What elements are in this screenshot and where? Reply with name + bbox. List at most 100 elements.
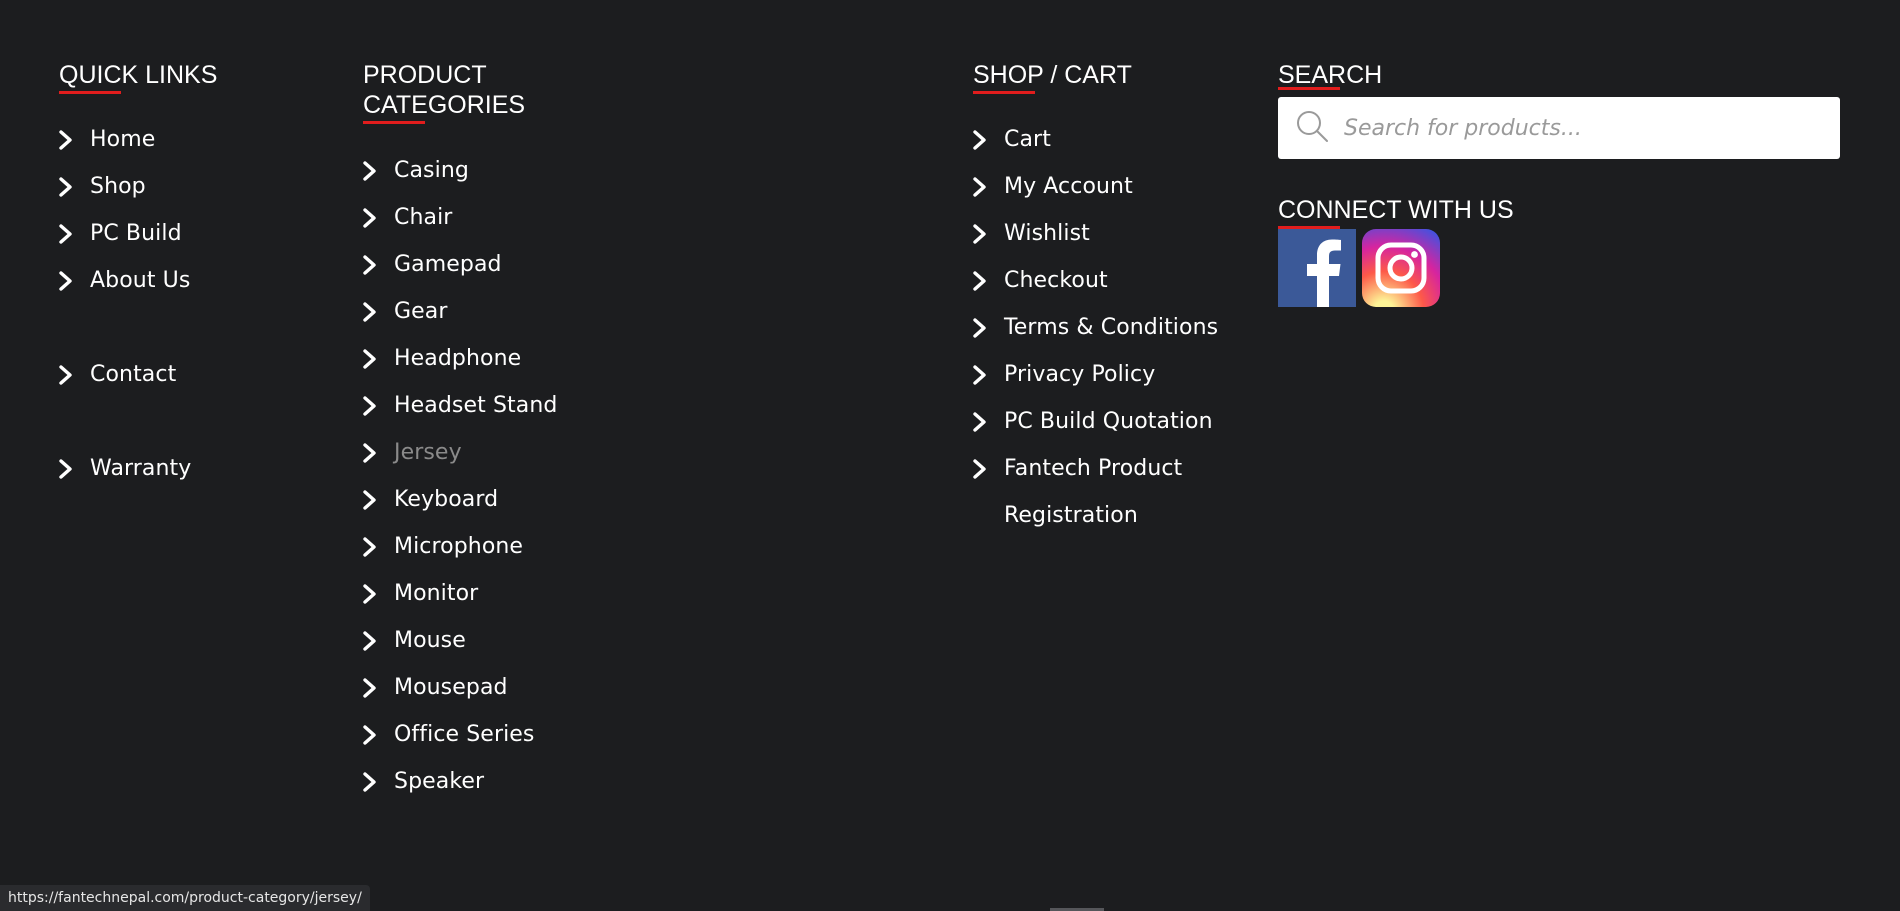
chevron-right-icon: [363, 523, 381, 570]
search-input[interactable]: [1342, 114, 1826, 142]
footer-search-connect: SEARCH CONNECT WITH US: [1278, 60, 1840, 307]
chevron-right-icon: [973, 116, 991, 163]
quick-link-home[interactable]: Home: [59, 116, 319, 163]
quick-link-warranty[interactable]: Warranty: [59, 445, 319, 492]
category-gamepad[interactable]: Gamepad: [363, 241, 663, 288]
chevron-right-icon: [973, 163, 991, 210]
category-jersey[interactable]: Jersey: [363, 429, 663, 476]
category-label[interactable]: Monitor: [394, 581, 478, 606]
shop-link-label[interactable]: Checkout: [1004, 268, 1108, 293]
shop-link-label[interactable]: Privacy Policy: [1004, 362, 1155, 387]
chevron-right-icon: [973, 210, 991, 257]
search-box[interactable]: [1278, 97, 1840, 159]
category-keyboard[interactable]: Keyboard: [363, 476, 663, 523]
chevron-right-icon: [59, 445, 77, 492]
connect-heading: CONNECT WITH US: [1278, 195, 1840, 229]
shop-link-label[interactable]: Cart: [1004, 127, 1051, 152]
chevron-right-icon: [363, 429, 381, 476]
shop-link-label[interactable]: Terms & Conditions: [1004, 315, 1218, 340]
footer-product-categories: PRODUCT CATEGORIES Casing Chair Gamepad …: [363, 60, 663, 805]
chevron-right-icon: [363, 617, 381, 664]
quick-link-pc-build[interactable]: PC Build: [59, 210, 319, 257]
quick-link-shop[interactable]: Shop: [59, 163, 319, 210]
category-label[interactable]: Gamepad: [394, 252, 502, 277]
quick-link-label[interactable]: Warranty: [90, 456, 191, 481]
category-headphone[interactable]: Headphone: [363, 335, 663, 382]
browser-status-url: https://fantechnepal.com/product-categor…: [0, 885, 370, 911]
chevron-right-icon: [363, 758, 381, 805]
chevron-right-icon: [363, 711, 381, 758]
shop-cart-list: Cart My Account Wishlist Checkout Terms …: [973, 116, 1243, 539]
category-speaker[interactable]: Speaker: [363, 758, 663, 805]
quick-link-label[interactable]: Home: [90, 127, 155, 152]
category-chair[interactable]: Chair: [363, 194, 663, 241]
footer-quick-links: QUICK LINKS Home Shop PC Build About Us …: [59, 60, 319, 492]
category-mouse[interactable]: Mouse: [363, 617, 663, 664]
product-categories-heading: PRODUCT CATEGORIES: [363, 60, 663, 124]
category-label[interactable]: Jersey: [394, 440, 462, 465]
chevron-right-icon: [363, 147, 381, 194]
shop-link-label[interactable]: Fantech Product Registration: [1004, 456, 1182, 528]
shop-link-pc-build-quotation[interactable]: PC Build Quotation: [973, 398, 1243, 445]
quick-links-list: Home Shop PC Build About Us Contact Warr…: [59, 116, 319, 492]
chevron-right-icon: [973, 351, 991, 398]
product-categories-list: Casing Chair Gamepad Gear Headphone Head…: [363, 147, 663, 805]
category-label[interactable]: Office Series: [394, 722, 535, 747]
heading-line-2: CATEGORIES: [363, 91, 526, 119]
chevron-right-icon: [363, 241, 381, 288]
category-label[interactable]: Gear: [394, 299, 448, 324]
category-gear[interactable]: Gear: [363, 288, 663, 335]
heading-line-1: PRODUCT: [363, 61, 487, 89]
shop-link-label[interactable]: My Account: [1004, 174, 1133, 199]
chevron-right-icon: [973, 445, 991, 492]
category-casing[interactable]: Casing: [363, 147, 663, 194]
quick-link-label[interactable]: About Us: [90, 268, 190, 293]
quick-link-label[interactable]: Shop: [90, 174, 146, 199]
chevron-right-icon: [363, 335, 381, 382]
shop-link-label[interactable]: Wishlist: [1004, 221, 1090, 246]
shop-link-product-registration[interactable]: Fantech Product Registration: [973, 445, 1243, 539]
chevron-right-icon: [59, 351, 77, 398]
category-mousepad[interactable]: Mousepad: [363, 664, 663, 711]
category-label[interactable]: Keyboard: [394, 487, 498, 512]
shop-link-my-account[interactable]: My Account: [973, 163, 1243, 210]
instagram-icon[interactable]: [1362, 229, 1440, 307]
chevron-right-icon: [59, 163, 77, 210]
shop-link-wishlist[interactable]: Wishlist: [973, 210, 1243, 257]
chevron-right-icon: [363, 288, 381, 335]
chevron-right-icon: [973, 257, 991, 304]
category-label[interactable]: Microphone: [394, 534, 523, 559]
quick-links-heading: QUICK LINKS: [59, 60, 319, 94]
chevron-right-icon: [973, 398, 991, 445]
facebook-icon[interactable]: [1278, 229, 1356, 307]
category-label[interactable]: Mouse: [394, 628, 466, 653]
shop-link-label[interactable]: PC Build Quotation: [1004, 409, 1213, 434]
chevron-right-icon: [363, 570, 381, 617]
chevron-right-icon: [363, 194, 381, 241]
shop-link-checkout[interactable]: Checkout: [973, 257, 1243, 304]
category-label[interactable]: Chair: [394, 205, 452, 230]
category-label[interactable]: Headset Stand: [394, 393, 557, 418]
category-microphone[interactable]: Microphone: [363, 523, 663, 570]
category-monitor[interactable]: Monitor: [363, 570, 663, 617]
quick-link-contact[interactable]: Contact: [59, 351, 319, 398]
category-label[interactable]: Casing: [394, 158, 469, 183]
search-heading: SEARCH: [1278, 60, 1840, 90]
quick-link-label[interactable]: Contact: [90, 362, 176, 387]
category-label[interactable]: Speaker: [394, 769, 484, 794]
category-office-series[interactable]: Office Series: [363, 711, 663, 758]
quick-link-label[interactable]: PC Build: [90, 221, 182, 246]
category-label[interactable]: Headphone: [394, 346, 521, 371]
chevron-right-icon: [59, 210, 77, 257]
category-label[interactable]: Mousepad: [394, 675, 508, 700]
social-links: [1278, 229, 1840, 307]
chevron-right-icon: [59, 116, 77, 163]
category-headset-stand[interactable]: Headset Stand: [363, 382, 663, 429]
footer-shop-cart: SHOP / CART Cart My Account Wishlist Che…: [973, 60, 1243, 539]
chevron-right-icon: [363, 664, 381, 711]
shop-link-privacy-policy[interactable]: Privacy Policy: [973, 351, 1243, 398]
shop-link-cart[interactable]: Cart: [973, 116, 1243, 163]
quick-link-about-us[interactable]: About Us: [59, 257, 319, 304]
shop-cart-heading: SHOP / CART: [973, 60, 1243, 94]
shop-link-terms[interactable]: Terms & Conditions: [973, 304, 1243, 351]
